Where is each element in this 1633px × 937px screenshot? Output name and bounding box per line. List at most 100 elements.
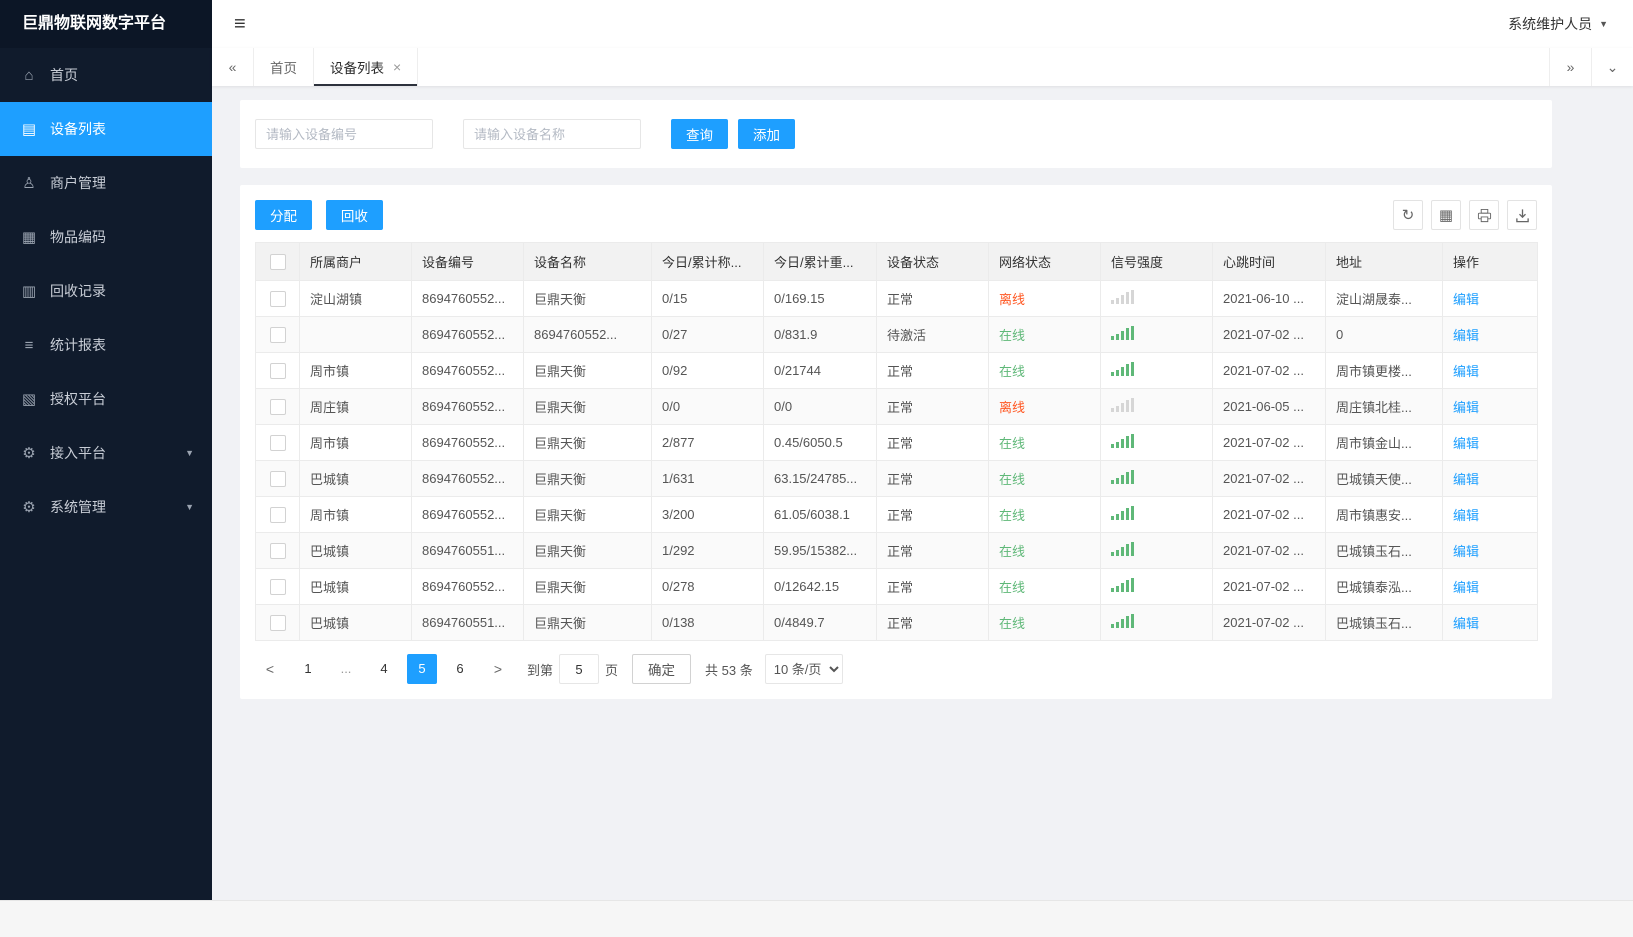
tabs-scroll-right-icon[interactable]: »: [1549, 48, 1591, 86]
device-name-input[interactable]: [463, 119, 641, 149]
edit-link[interactable]: 编辑: [1453, 508, 1479, 523]
tab-首页[interactable]: 首页: [254, 48, 314, 86]
cell-device-status: 正常: [876, 388, 989, 425]
cell-device-name: 8694760552...: [523, 316, 652, 353]
export-icon[interactable]: [1507, 200, 1537, 230]
column-header: 今日/累计重...: [763, 242, 877, 281]
app-title: 巨鼎物联网数字平台: [22, 15, 167, 32]
cell-today-count: 0/278: [651, 568, 764, 605]
edit-link[interactable]: 编辑: [1453, 436, 1479, 451]
cell-device-name: 巨鼎天衡: [523, 280, 652, 317]
page-size-select[interactable]: 10 条/页: [764, 654, 843, 684]
app-window: 巨鼎物联网数字平台 首页设备列表商户管理物品编码回收记录统计报表授权平台接入平台…: [0, 0, 1633, 900]
cell-heartbeat: 2021-07-02 ...: [1212, 604, 1326, 641]
edit-link[interactable]: 编辑: [1453, 292, 1479, 307]
search-panel: 查询 添加: [240, 100, 1552, 168]
row-checkbox[interactable]: [269, 362, 286, 379]
cell-address: 周市镇更楼...: [1325, 352, 1443, 389]
sidebar-item-item-code[interactable]: 物品编码: [0, 210, 212, 264]
row-checkbox[interactable]: [269, 434, 286, 451]
row-checkbox[interactable]: [269, 290, 286, 307]
tabs-scroll-left-icon[interactable]: «: [212, 48, 254, 86]
sidebar-item-home[interactable]: 首页: [0, 48, 212, 102]
row-checkbox[interactable]: [269, 326, 286, 343]
cell-device-name: 巨鼎天衡: [523, 388, 652, 425]
recycle-button[interactable]: 回收: [325, 200, 383, 230]
cell-today-weight: 0/12642.15: [763, 568, 877, 605]
cell-today-count: 3/200: [651, 496, 764, 533]
row-checkbox[interactable]: [269, 506, 286, 523]
horizontal-scrollbar[interactable]: [0, 900, 1633, 937]
cell-device-status: 正常: [876, 460, 989, 497]
cell-device-no: 8694760552...: [411, 496, 524, 533]
page-content: 查询 添加 分配 回收 ↻ ▦: [212, 86, 1633, 699]
user-menu[interactable]: 系统维护人员 ▼: [1508, 14, 1608, 34]
tab-设备列表[interactable]: 设备列表 ×: [314, 48, 419, 86]
page-button-6[interactable]: 6: [445, 654, 475, 684]
row-checkbox[interactable]: [269, 614, 286, 631]
signal-strength-icon: [1111, 434, 1134, 448]
cell-today-weight: 0/169.15: [763, 280, 877, 317]
sidebar-item-recycle-record[interactable]: 回收记录: [0, 264, 212, 318]
goto-label: 到第: [527, 662, 554, 678]
chevron-down-icon: ▼: [1599, 19, 1608, 29]
network-status-badge: 在线: [999, 328, 1026, 343]
sidebar-item-merchant-mgmt[interactable]: 商户管理: [0, 156, 212, 210]
edit-link[interactable]: 编辑: [1453, 616, 1479, 631]
network-status-badge: 离线: [999, 292, 1026, 307]
row-check-cell: [255, 388, 300, 425]
edit-link[interactable]: 编辑: [1453, 580, 1479, 595]
edit-link[interactable]: 编辑: [1453, 544, 1479, 559]
row-checkbox[interactable]: [269, 542, 286, 559]
refresh-icon[interactable]: ↻: [1393, 200, 1423, 230]
device-no-input[interactable]: [255, 119, 433, 149]
lines-icon: [18, 337, 40, 354]
collapse-sidebar-icon[interactable]: ≡: [212, 13, 268, 36]
row-checkbox[interactable]: [269, 578, 286, 595]
sidebar-item-system-mgmt[interactable]: 系统管理 ▼: [0, 480, 212, 534]
row-checkbox[interactable]: [269, 398, 286, 415]
edit-link[interactable]: 编辑: [1453, 328, 1479, 343]
sidebar-item-auth-platform[interactable]: 授权平台: [0, 372, 212, 426]
goto-page-input[interactable]: [559, 654, 600, 684]
cell-device-no: 8694760552...: [411, 352, 524, 389]
sidebar-item-device-list[interactable]: 设备列表: [0, 102, 212, 156]
columns-filter-icon[interactable]: ▦: [1431, 200, 1461, 230]
cell-heartbeat: 2021-07-02 ...: [1212, 460, 1326, 497]
sidebar-menu: 首页设备列表商户管理物品编码回收记录统计报表授权平台接入平台 ▼ 系统管理 ▼: [0, 48, 212, 900]
gear-icon: [18, 498, 40, 516]
tab-label: 设备列表: [330, 61, 384, 76]
row-checkbox[interactable]: [269, 470, 286, 487]
cell-heartbeat: 2021-07-02 ...: [1212, 496, 1326, 533]
table-row: 巴城镇 8694760552... 巨鼎天衡 1/631 63.15/24785... 正…: [255, 460, 1538, 497]
sidebar-item-label: 统计报表: [50, 337, 106, 353]
sidebar-item-access-platform[interactable]: 接入平台 ▼: [0, 426, 212, 480]
cell-device-status: 正常: [876, 568, 989, 605]
page-button-1[interactable]: 1: [293, 654, 323, 684]
cell-device-name: 巨鼎天衡: [523, 568, 652, 605]
add-button[interactable]: 添加: [738, 119, 795, 149]
row-check-cell: [255, 496, 300, 533]
sidebar-item-stats-report[interactable]: 统计报表: [0, 318, 212, 372]
cell-address: 周市镇金山...: [1325, 424, 1443, 461]
edit-link[interactable]: 编辑: [1453, 400, 1479, 415]
edit-link[interactable]: 编辑: [1453, 472, 1479, 487]
column-header: 今日/累计称...: [651, 242, 764, 281]
print-icon[interactable]: [1469, 200, 1499, 230]
prev-page-icon[interactable]: <: [255, 654, 285, 684]
confirm-button[interactable]: 确定: [632, 654, 692, 684]
doc-icon: [18, 282, 40, 300]
cell-address: 淀山湖晟泰...: [1325, 280, 1443, 317]
page-button-4[interactable]: 4: [369, 654, 399, 684]
page-button-5[interactable]: 5: [407, 654, 437, 684]
row-check-cell: [255, 532, 300, 569]
tabs-menu-icon[interactable]: ⌄: [1591, 48, 1633, 86]
query-button[interactable]: 查询: [671, 119, 728, 149]
close-icon[interactable]: ×: [393, 59, 401, 75]
assign-button[interactable]: 分配: [255, 200, 312, 230]
next-page-icon[interactable]: >: [483, 654, 513, 684]
cell-device-status: 待激活: [876, 316, 989, 353]
table-row: 巴城镇 8694760551... 巨鼎天衡 0/138 0/4849.7 正常 在线 202…: [255, 604, 1538, 641]
edit-link[interactable]: 编辑: [1453, 364, 1479, 379]
select-all-checkbox[interactable]: [269, 253, 286, 270]
